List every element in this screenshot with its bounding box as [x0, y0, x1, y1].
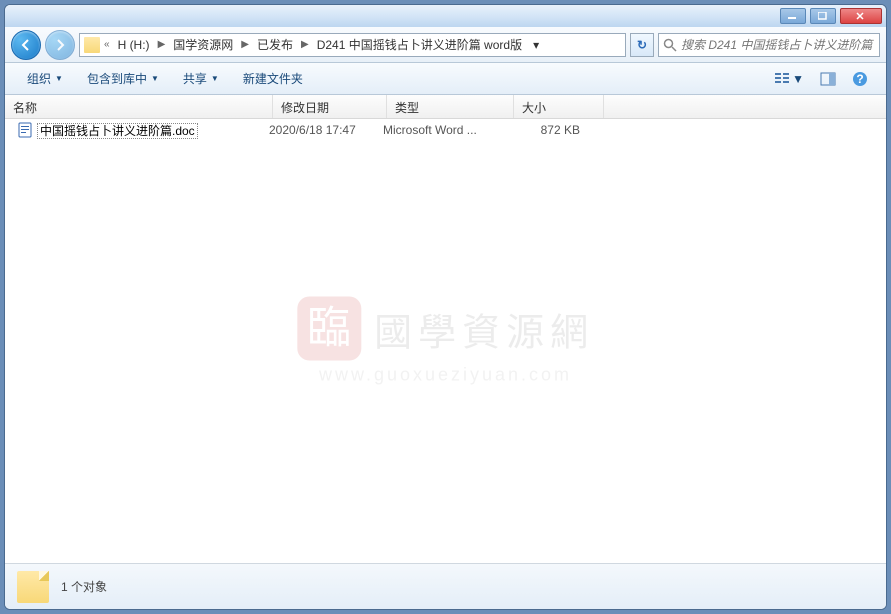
file-list: 中国摇钱占卜讲义进阶篇.doc 2020/6/18 17:47 Microsof… [5, 119, 886, 563]
newfolder-button[interactable]: 新建文件夹 [233, 66, 313, 91]
back-button[interactable] [11, 30, 41, 60]
chevron-icon: ▶ [156, 39, 168, 50]
chevron-down-icon: ▼ [55, 74, 63, 83]
column-type[interactable]: 类型 [387, 95, 514, 118]
svg-text:?: ? [856, 72, 863, 86]
file-name: 中国摇钱占卜讲义进阶篇.doc [37, 122, 269, 139]
explorer-window: « H (H:) ▶ 国学资源网 ▶ 已发布 ▶ D241 中国摇钱占卜讲义进阶… [4, 4, 887, 610]
address-dropdown[interactable]: ▾ [528, 38, 544, 52]
breadcrumb-seg[interactable]: 已发布 [253, 34, 297, 55]
column-name[interactable]: 名称 [5, 95, 273, 118]
doc-icon [17, 122, 33, 138]
chevron-down-icon: ▼ [792, 72, 804, 86]
chevron-down-icon: ▼ [151, 74, 159, 83]
help-button[interactable]: ? [846, 67, 874, 91]
search-box[interactable] [658, 33, 880, 57]
chevron-down-icon: ▼ [211, 74, 219, 83]
breadcrumb-drive[interactable]: H (H:) [114, 36, 154, 54]
search-input[interactable] [681, 38, 875, 52]
toolbar: 组织▼ 包含到库中▼ 共享▼ 新建文件夹 ▼ ? [5, 63, 886, 95]
maximize-button[interactable] [810, 8, 836, 24]
navbar: « H (H:) ▶ 国学资源网 ▶ 已发布 ▶ D241 中国摇钱占卜讲义进阶… [5, 27, 886, 63]
address-bar[interactable]: « H (H:) ▶ 国学资源网 ▶ 已发布 ▶ D241 中国摇钱占卜讲义进阶… [79, 33, 626, 57]
close-button[interactable] [840, 8, 882, 24]
view-button[interactable]: ▼ [768, 68, 810, 90]
chevron-icon: ▶ [239, 39, 251, 50]
share-button[interactable]: 共享▼ [173, 66, 229, 91]
file-size: 872 KB [510, 123, 590, 137]
column-date[interactable]: 修改日期 [273, 95, 387, 118]
file-row[interactable]: 中国摇钱占卜讲义进阶篇.doc 2020/6/18 17:47 Microsof… [5, 119, 886, 141]
forward-button[interactable] [45, 30, 75, 60]
folder-icon [17, 571, 49, 603]
preview-pane-button[interactable] [814, 68, 842, 90]
minimize-button[interactable] [780, 8, 806, 24]
breadcrumb-seg[interactable]: 国学资源网 [169, 34, 237, 55]
refresh-button[interactable]: ↻ [630, 33, 654, 57]
status-bar: 1 个对象 [5, 563, 886, 609]
file-date: 2020/6/18 17:47 [269, 123, 383, 137]
include-button[interactable]: 包含到库中▼ [77, 66, 169, 91]
titlebar [5, 5, 886, 27]
column-header-row: 名称 修改日期 类型 大小 [5, 95, 886, 119]
folder-icon [84, 37, 100, 53]
organize-button[interactable]: 组织▼ [17, 66, 73, 91]
status-text: 1 个对象 [61, 578, 107, 595]
search-icon [663, 38, 677, 52]
chevron-icon: ▶ [299, 39, 311, 50]
breadcrumb-seg[interactable]: D241 中国摇钱占卜讲义进阶篇 word版 [313, 34, 526, 55]
column-size[interactable]: 大小 [514, 95, 604, 118]
watermark: 臨 國學資源網 www.guoxueziyuan.com [297, 297, 594, 386]
chevron-icon: « [102, 39, 112, 50]
file-type: Microsoft Word ... [383, 123, 510, 137]
